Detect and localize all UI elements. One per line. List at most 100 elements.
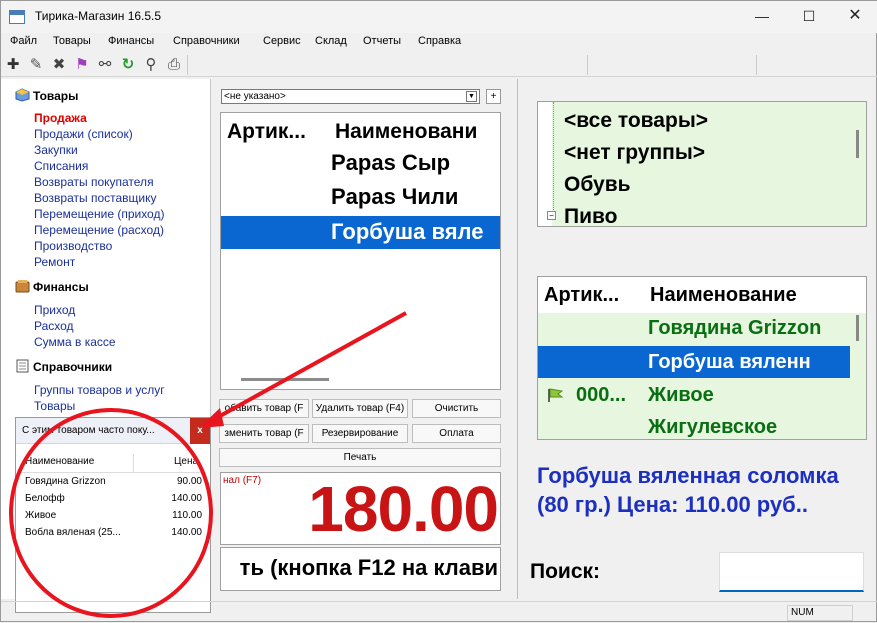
payment-hint-text: ть (кнопка F12 на клави — [239, 555, 498, 580]
tree-item-no-group[interactable]: <нет группы> — [564, 138, 705, 168]
toolbar: ✚ ✎ ✖ ⚑ ⚯ ↻ ⚲ ⎙ — [1, 53, 877, 77]
sidebar-header-references[interactable]: Справочники — [15, 359, 112, 374]
flag-icon[interactable]: ⚑ — [73, 56, 91, 74]
table-row[interactable]: Живое — [648, 379, 856, 411]
sidebar-item-writeoffs[interactable]: Списания — [34, 159, 88, 173]
sale-items-table: Артик... Наименовани Papas Сыр Papas Чил… — [220, 112, 501, 390]
column-header-price[interactable]: Цена — [174, 456, 198, 467]
title-bar[interactable]: Тирика-Магазин 16.5.5 — ☐ ✕ — [1, 1, 877, 33]
popup-title: С этим товаром часто поку... — [22, 425, 155, 436]
sidebar-item-sale[interactable]: Продажа — [34, 111, 87, 125]
column-header-name[interactable]: Наименование — [25, 456, 94, 467]
product-group-tree: <все товары> <нет группы> Обувь Пиво − — [537, 101, 867, 227]
list-item-name[interactable]: Говядина Grizzon — [25, 476, 133, 487]
product-list-table: Артик... Наименование Говядина Grizzon Г… — [537, 276, 867, 440]
num-lock-indicator: NUM — [787, 605, 853, 621]
refresh-icon[interactable]: ↻ — [119, 56, 137, 74]
customer-select-value: <не указано> — [224, 91, 286, 102]
close-window-button[interactable]: ✕ — [832, 1, 877, 33]
customer-select[interactable]: <не указано> ▼ — [221, 89, 480, 104]
menu-goods[interactable]: Товары — [53, 35, 91, 47]
menu-references[interactable]: Справочники — [173, 35, 240, 47]
table-row[interactable]: Жигулевское — [648, 411, 856, 439]
sidebar-item-income[interactable]: Приход — [34, 303, 75, 317]
total-display: нал (F7) 180.00 — [220, 472, 501, 545]
vertical-scrollbar[interactable] — [856, 315, 859, 341]
table-row[interactable]: Papas Чили — [331, 181, 500, 213]
tree-item-all[interactable]: <все товары> — [564, 106, 708, 136]
sidebar-header-label: Справочники — [33, 360, 113, 374]
add-icon[interactable]: ✚ — [4, 56, 22, 74]
menu-bar: Файл Товары Финансы Справочники Сервис С… — [1, 33, 877, 53]
catalog-panel: <все товары> <нет группы> Обувь Пиво − А… — [517, 79, 877, 599]
sidebar-item-expense[interactable]: Расход — [34, 319, 74, 333]
list-item-name[interactable]: Вобла вяленая (25... — [25, 527, 133, 538]
link-icon[interactable]: ⚯ — [96, 56, 114, 74]
popup-title-bar[interactable]: С этим товаром часто поку... x — [16, 418, 210, 444]
divider — [133, 454, 134, 472]
table-row[interactable]: Papas Сыр — [331, 147, 500, 179]
sidebar-item-purchases[interactable]: Закупки — [34, 143, 78, 157]
table-row-label: Горбуша вяле — [331, 219, 484, 244]
add-customer-button[interactable]: + — [486, 89, 501, 104]
print-icon[interactable]: ⎙ — [165, 56, 183, 74]
edit-icon[interactable]: ✎ — [27, 56, 45, 74]
reserve-button[interactable]: Резервирование — [312, 424, 408, 443]
sidebar-item-transfer-in[interactable]: Перемещение (приход) — [34, 207, 164, 221]
table-row-selected[interactable]: Горбуша вяленн — [538, 346, 850, 378]
minimize-button[interactable]: — — [739, 1, 785, 33]
box-icon — [15, 88, 30, 102]
column-header-name[interactable]: Наименовани — [335, 117, 500, 147]
close-icon[interactable]: x — [190, 418, 210, 444]
payment-hint[interactable]: ть (кнопка F12 на клави — [220, 547, 501, 591]
clear-button[interactable]: Очистить — [412, 399, 501, 418]
maximize-button[interactable]: ☐ — [786, 1, 832, 33]
sidebar-header-label: Финансы — [33, 280, 89, 294]
sale-panel: <не указано> ▼ + Артик... Наименовани Pa… — [216, 79, 507, 599]
menu-warehouse[interactable]: Склад — [315, 35, 347, 47]
table-row[interactable]: Говядина Grizzon — [648, 312, 856, 344]
table-row-selected[interactable]: Горбуша вяле — [221, 216, 500, 249]
menu-finance[interactable]: Финансы — [108, 35, 154, 47]
search-input[interactable] — [719, 552, 864, 592]
vertical-scrollbar[interactable] — [856, 130, 859, 158]
sidebar-item-supplier-returns[interactable]: Возвраты поставщику — [34, 191, 157, 205]
horizontal-scrollbar[interactable] — [241, 378, 329, 381]
menu-reports[interactable]: Отчеты — [363, 35, 401, 47]
tree-item-shoes[interactable]: Обувь — [564, 170, 631, 200]
column-header-name[interactable]: Наименование — [650, 279, 856, 311]
sidebar-item-production[interactable]: Производство — [34, 239, 112, 253]
sidebar-item-sales-list[interactable]: Продажи (список) — [34, 127, 133, 141]
search-icon[interactable]: ⚲ — [142, 56, 160, 74]
sidebar-item-repair[interactable]: Ремонт — [34, 255, 75, 269]
tree-item-beer[interactable]: Пиво — [564, 202, 617, 226]
collapse-icon[interactable]: − — [547, 211, 556, 220]
sidebar-item-customer-returns[interactable]: Возвраты покупателя — [34, 175, 154, 189]
sidebar-item-transfer-out[interactable]: Перемещение (расход) — [34, 223, 164, 237]
list-item-name[interactable]: Живое — [25, 510, 133, 521]
print-button[interactable]: Печать — [219, 448, 501, 467]
chevron-down-icon[interactable]: ▼ — [466, 91, 477, 102]
table-cell-article[interactable]: 000... — [576, 379, 642, 411]
sidebar-item-product-groups[interactable]: Группы товаров и услуг — [34, 383, 165, 397]
sidebar-item-products[interactable]: Товары — [34, 399, 75, 413]
sidebar-header-finance[interactable]: Финансы — [15, 279, 89, 294]
menu-help[interactable]: Справка — [418, 35, 461, 47]
app-window: Тирика-Магазин 16.5.5 — ☐ ✕ Файл Товары … — [0, 0, 877, 622]
sidebar-item-cash-total[interactable]: Сумма в кассе — [34, 335, 116, 349]
payment-button[interactable]: Оплата — [412, 424, 501, 443]
add-item-button[interactable]: обавить товар (F — [219, 399, 309, 418]
menu-service[interactable]: Сервис — [263, 35, 301, 47]
column-header-article[interactable]: Артик... — [227, 117, 325, 147]
menu-file[interactable]: Файл — [10, 35, 37, 47]
toolbar-separator — [587, 55, 588, 75]
delete-item-button[interactable]: Удалить товар (F4) — [312, 399, 408, 418]
column-header-article[interactable]: Артик... — [544, 279, 644, 311]
delete-icon[interactable]: ✖ — [50, 56, 68, 74]
total-caption: нал (F7) — [223, 475, 262, 486]
sidebar-header-label: Товары — [33, 89, 79, 103]
frequently-bought-popup: С этим товаром часто поку... x Наименова… — [15, 417, 211, 613]
list-item-name[interactable]: Белофф — [25, 493, 133, 504]
sidebar-header-goods[interactable]: Товары — [15, 88, 78, 103]
change-item-button[interactable]: зменить товар (F — [219, 424, 309, 443]
